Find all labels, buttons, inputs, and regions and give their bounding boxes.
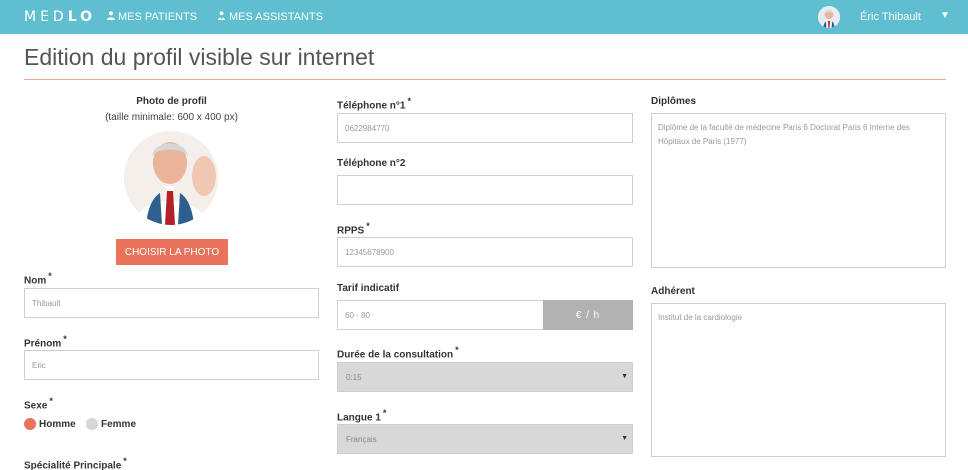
tel1-required-mark: * bbox=[407, 96, 411, 106]
nav-link-patients[interactable]: MES PATIENTS bbox=[107, 11, 197, 23]
rpps-required-mark: * bbox=[366, 221, 370, 231]
choose-photo-button[interactable]: CHOISIR LA PHOTO bbox=[116, 239, 228, 265]
prenom-required-mark: * bbox=[63, 334, 67, 344]
tel1-label-text: Téléphone n°1 bbox=[337, 100, 406, 112]
specialite-required-mark: * bbox=[123, 456, 127, 466]
langue-label: Langue 1 * bbox=[337, 408, 386, 423]
duree-select[interactable]: 0:15 ▼ bbox=[337, 362, 633, 392]
radio-homme-label: Homme bbox=[39, 418, 76, 430]
radio-femme-label: Femme bbox=[101, 418, 137, 430]
diplomes-label: Diplômes bbox=[651, 96, 696, 107]
brand-bold: LO bbox=[67, 9, 97, 25]
tel2-input[interactable] bbox=[337, 175, 633, 205]
prenom-label-text: Prénom bbox=[24, 338, 62, 350]
sexe-required-mark: * bbox=[49, 396, 53, 406]
duree-label: Durée de la consultation * bbox=[337, 345, 459, 360]
adherent-textarea[interactable]: Institut de la cardiologie bbox=[651, 303, 946, 457]
caret-down-icon: ▼ bbox=[621, 373, 628, 380]
brand-light: MED bbox=[24, 9, 68, 25]
title-divider bbox=[24, 79, 946, 80]
page-title: Edition du profil visible sur internet bbox=[24, 44, 375, 70]
nom-label: Nom * bbox=[24, 271, 52, 286]
photo-hint: (taille minimale: 600 x 400 px) bbox=[105, 112, 238, 123]
nom-input[interactable]: Thibault bbox=[24, 288, 319, 318]
nom-required-mark: * bbox=[48, 271, 52, 281]
chevron-down-icon[interactable]: ▼ bbox=[940, 10, 950, 21]
nom-label-text: Nom bbox=[24, 275, 47, 287]
nav-link-assistants-label: MES ASSISTANTS bbox=[229, 11, 323, 23]
adherent-label-text: Adhérent bbox=[651, 286, 695, 297]
duree-required-mark: * bbox=[455, 345, 459, 355]
radio-homme[interactable]: Homme bbox=[24, 418, 76, 430]
langue-select-value: Français bbox=[346, 434, 377, 444]
specialite-label: Spécialité Principale * bbox=[24, 456, 127, 470]
rpps-label-text: RPPS bbox=[337, 225, 365, 237]
user-name[interactable]: Éric Thibault bbox=[860, 11, 921, 23]
prenom-input[interactable]: Eric bbox=[24, 350, 319, 380]
user-icon bbox=[107, 11, 115, 23]
photo-label: Photo de profil bbox=[136, 96, 207, 107]
user-avatar[interactable] bbox=[818, 6, 840, 28]
tel1-input[interactable]: 0622984770 bbox=[337, 113, 633, 143]
langue-label-text: Langue 1 bbox=[337, 412, 381, 424]
radio-unselected-dot bbox=[86, 418, 98, 430]
langue-select[interactable]: Français ▼ bbox=[337, 424, 633, 454]
diplomes-textarea[interactable]: Diplôme de la faculté de médecine Paris … bbox=[651, 113, 946, 268]
tarif-input[interactable]: 60 - 80 bbox=[337, 300, 544, 330]
nav-link-patients-label: MES PATIENTS bbox=[118, 11, 198, 23]
adherent-label: Adhérent bbox=[651, 286, 695, 297]
users-icon bbox=[217, 11, 226, 23]
tel2-label-text: Téléphone n°2 bbox=[337, 158, 406, 169]
radio-femme[interactable]: Femme bbox=[86, 418, 136, 430]
specialite-label-text: Spécialité Principale bbox=[24, 460, 122, 470]
brand-logo[interactable]: MEDLO bbox=[24, 9, 96, 25]
rpps-input[interactable]: 12345678900 bbox=[337, 237, 633, 267]
duree-label-text: Durée de la consultation bbox=[337, 349, 454, 361]
nav-link-assistants[interactable]: MES ASSISTANTS bbox=[217, 11, 323, 23]
diplomes-label-text: Diplômes bbox=[651, 96, 697, 107]
tarif-label-text: Tarif indicatif bbox=[337, 283, 400, 294]
tel1-label: Téléphone n°1 * bbox=[337, 96, 411, 111]
tel2-label: Téléphone n°2 bbox=[337, 158, 405, 169]
duree-select-value: 0:15 bbox=[346, 372, 362, 382]
langue-required-mark: * bbox=[382, 408, 387, 418]
rpps-label: RPPS * bbox=[337, 221, 370, 236]
tarif-unit-addon: € / h bbox=[543, 300, 633, 330]
top-navbar: MEDLO MES PATIENTS MES ASSISTANTS Éric T… bbox=[0, 0, 968, 34]
prenom-label: Prénom * bbox=[24, 334, 67, 349]
sexe-label: Sexe * bbox=[24, 396, 53, 411]
profile-photo bbox=[124, 131, 218, 225]
radio-selected-dot bbox=[24, 418, 36, 430]
sexe-label-text: Sexe bbox=[24, 400, 48, 412]
tarif-label: Tarif indicatif bbox=[337, 283, 399, 294]
caret-down-icon: ▼ bbox=[621, 435, 628, 442]
